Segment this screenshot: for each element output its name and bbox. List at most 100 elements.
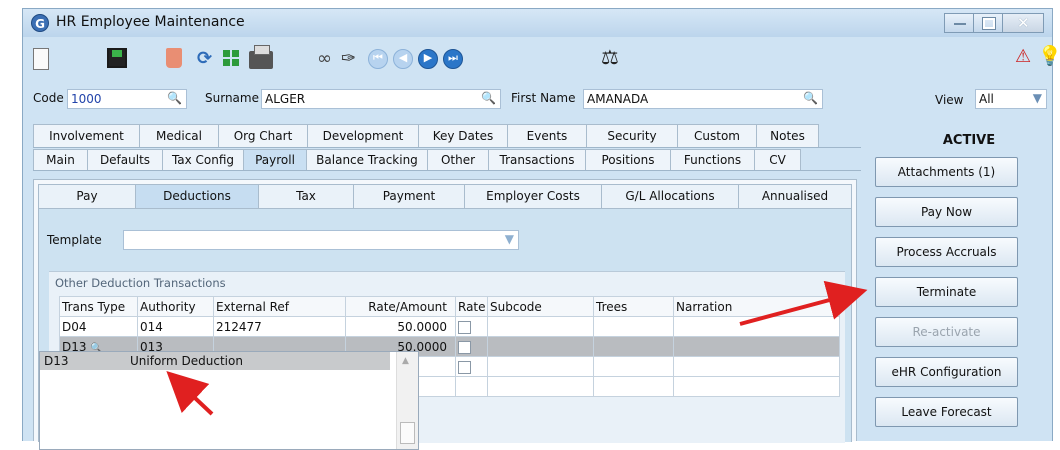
lookup-icon[interactable]: 🔍 (167, 91, 182, 105)
dropdown-scrollbar[interactable]: ▲ (396, 352, 418, 449)
cell-narration[interactable] (673, 356, 840, 377)
status-label: ACTIVE (942, 133, 996, 148)
refresh-icon[interactable]: ⟳ (197, 48, 219, 70)
cell-subcode[interactable] (487, 316, 594, 337)
attachments-button[interactable]: Attachments (1) (875, 157, 1018, 187)
cell-narration[interactable] (673, 336, 840, 357)
rate-checkbox[interactable] (458, 320, 471, 334)
grid-header-row: Trans Type Authority External Ref Rate/A… (59, 296, 840, 317)
next-icon[interactable]: ▶ (418, 49, 438, 69)
minimize-button[interactable] (944, 13, 974, 33)
tab-other[interactable]: Other (427, 149, 489, 170)
surname-field[interactable]: ALGER 🔍 (261, 89, 501, 109)
cell-subcode[interactable] (487, 336, 594, 357)
cell-narration[interactable] (673, 376, 840, 397)
new-icon[interactable] (33, 48, 49, 70)
col-narration[interactable]: Narration (673, 296, 840, 317)
col-subcode[interactable]: Subcode (487, 296, 594, 317)
title-bar: G HR Employee Maintenance ✕ (23, 9, 1052, 37)
leave-forecast-button[interactable]: Leave Forecast (875, 397, 1018, 427)
tab-key-dates[interactable]: Key Dates (418, 124, 508, 147)
subtab-tax[interactable]: Tax (258, 184, 354, 208)
tab-cv[interactable]: CV (754, 149, 801, 170)
cell-rate-amount[interactable]: 50.0000 (345, 316, 456, 337)
cell-trees[interactable] (593, 376, 674, 397)
cell-narration[interactable] (673, 316, 840, 337)
cell-authority[interactable]: 014 (137, 316, 214, 337)
tab-payroll[interactable]: Payroll (243, 149, 307, 170)
tab-events[interactable]: Events (507, 124, 587, 147)
lookup-icon[interactable]: 🔍 (803, 91, 818, 105)
scales-icon[interactable]: ⚖ (601, 45, 623, 69)
tab-development[interactable]: Development (307, 124, 419, 147)
tab-org-chart[interactable]: Org Chart (218, 124, 308, 147)
wand-icon[interactable]: ✑ (341, 48, 363, 70)
cell-trees[interactable] (593, 356, 674, 377)
col-rate[interactable]: Rate (455, 296, 488, 317)
firstname-value: AMANADA (587, 92, 649, 106)
code-field[interactable]: 1000 🔍 (67, 89, 187, 109)
pay-now-button[interactable]: Pay Now (875, 197, 1018, 227)
print-icon[interactable] (249, 45, 273, 69)
cell-subcode[interactable] (487, 376, 594, 397)
tab-involvement[interactable]: Involvement (33, 124, 140, 147)
tab-medical[interactable]: Medical (139, 124, 219, 147)
tab-security[interactable]: Security (586, 124, 678, 147)
rate-checkbox[interactable] (458, 360, 471, 374)
prev-icon[interactable]: ◀ (393, 49, 413, 69)
cell-rate[interactable] (455, 336, 488, 357)
bulb-icon[interactable]: 💡 (1038, 44, 1060, 67)
col-trees[interactable]: Trees (593, 296, 674, 317)
lookup-icon[interactable]: 🔍 (481, 91, 496, 105)
tab-defaults[interactable]: Defaults (87, 149, 163, 170)
close-button[interactable]: ✕ (1002, 13, 1044, 33)
tab-transactions[interactable]: Transactions (488, 149, 586, 170)
cell-rate[interactable] (455, 356, 488, 377)
subtab-pay[interactable]: Pay (38, 184, 136, 208)
last-icon[interactable]: ⏭ (443, 49, 463, 69)
scroll-up-icon[interactable]: ▲ (402, 356, 409, 366)
tab-main[interactable]: Main (33, 149, 88, 170)
col-rate-amount[interactable]: Rate/Amount (345, 296, 456, 317)
subtab-employer-costs[interactable]: Employer Costs (464, 184, 602, 208)
cell-trans-type[interactable]: D04 (59, 316, 138, 337)
tree-icon[interactable] (223, 48, 245, 70)
cell-subcode[interactable] (487, 356, 594, 377)
subtab-gl-allocations[interactable]: G/L Allocations (601, 184, 739, 208)
cell-trees[interactable] (593, 316, 674, 337)
tab-balance-tracking[interactable]: Balance Tracking (306, 149, 428, 170)
subtab-deductions[interactable]: Deductions (135, 184, 259, 208)
view-label: View (935, 93, 964, 107)
tab-custom[interactable]: Custom (677, 124, 757, 147)
delete-icon[interactable] (166, 48, 182, 68)
trans-type-dropdown[interactable]: D13 Uniform Deduction ▲ (39, 351, 419, 450)
cell-trees[interactable] (593, 336, 674, 357)
template-select[interactable]: ▼ (123, 230, 519, 250)
table-row[interactable]: D04 014 212477 50.0000 (59, 316, 840, 337)
subtab-payment[interactable]: Payment (353, 184, 465, 208)
rate-checkbox[interactable] (458, 340, 471, 354)
maximize-button[interactable] (973, 13, 1003, 33)
col-trans-type[interactable]: Trans Type (59, 296, 138, 317)
cell-external-ref[interactable]: 212477 (213, 316, 346, 337)
col-external-ref[interactable]: External Ref (213, 296, 346, 317)
dropdown-option[interactable]: D13 Uniform Deduction (40, 352, 390, 370)
ehr-configuration-button[interactable]: eHR Configuration (875, 357, 1018, 387)
subtab-annualised[interactable]: Annualised (738, 184, 852, 208)
tab-notes[interactable]: Notes (756, 124, 819, 147)
binoculars-icon[interactable]: ∞ (317, 48, 339, 70)
firstname-field[interactable]: AMANADA 🔍 (583, 89, 823, 109)
cell-rate[interactable] (455, 316, 488, 337)
tab-tax-config[interactable]: Tax Config (162, 149, 244, 170)
cell-rate[interactable] (455, 376, 488, 397)
save-icon[interactable] (107, 48, 127, 68)
process-accruals-button[interactable]: Process Accruals (875, 237, 1018, 267)
tab-positions[interactable]: Positions (585, 149, 671, 170)
warning-icon[interactable]: ⚠ (1015, 46, 1037, 68)
terminate-button[interactable]: Terminate (875, 277, 1018, 307)
reactivate-button[interactable]: Re-activate (875, 317, 1018, 347)
col-authority[interactable]: Authority (137, 296, 214, 317)
view-select[interactable]: All ▼ (975, 89, 1047, 109)
first-icon[interactable]: ⏮ (368, 49, 388, 69)
tab-functions[interactable]: Functions (670, 149, 755, 170)
